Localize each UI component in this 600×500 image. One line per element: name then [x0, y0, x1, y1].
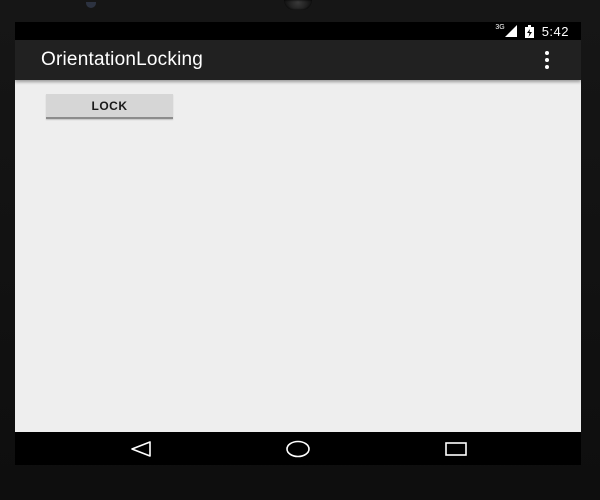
app-bar: OrientationLocking	[15, 40, 581, 80]
menu-dot	[545, 58, 549, 62]
status-bar: 3G 5:42	[15, 22, 581, 40]
app-title: OrientationLocking	[41, 49, 204, 70]
overflow-menu-icon[interactable]	[541, 51, 553, 69]
back-button[interactable]	[111, 432, 171, 465]
front-camera	[86, 2, 96, 8]
menu-dot	[545, 65, 549, 69]
home-button[interactable]	[268, 432, 328, 465]
signal-icon	[504, 25, 517, 37]
recents-icon	[444, 441, 468, 457]
device-screen: 3G 5:42 OrientationLocking LOCK	[15, 22, 581, 465]
home-icon	[285, 440, 311, 458]
menu-dot	[545, 51, 549, 55]
status-clock: 5:42	[541, 23, 569, 39]
recents-button[interactable]	[426, 432, 486, 465]
status-icons: 3G 5:42	[495, 22, 569, 40]
battery-charging-icon	[524, 24, 534, 38]
earpiece-speaker	[284, 0, 312, 10]
network-type-label: 3G	[495, 23, 505, 31]
back-icon	[129, 440, 153, 458]
lock-button[interactable]: LOCK	[46, 94, 173, 119]
navigation-bar	[15, 432, 581, 465]
